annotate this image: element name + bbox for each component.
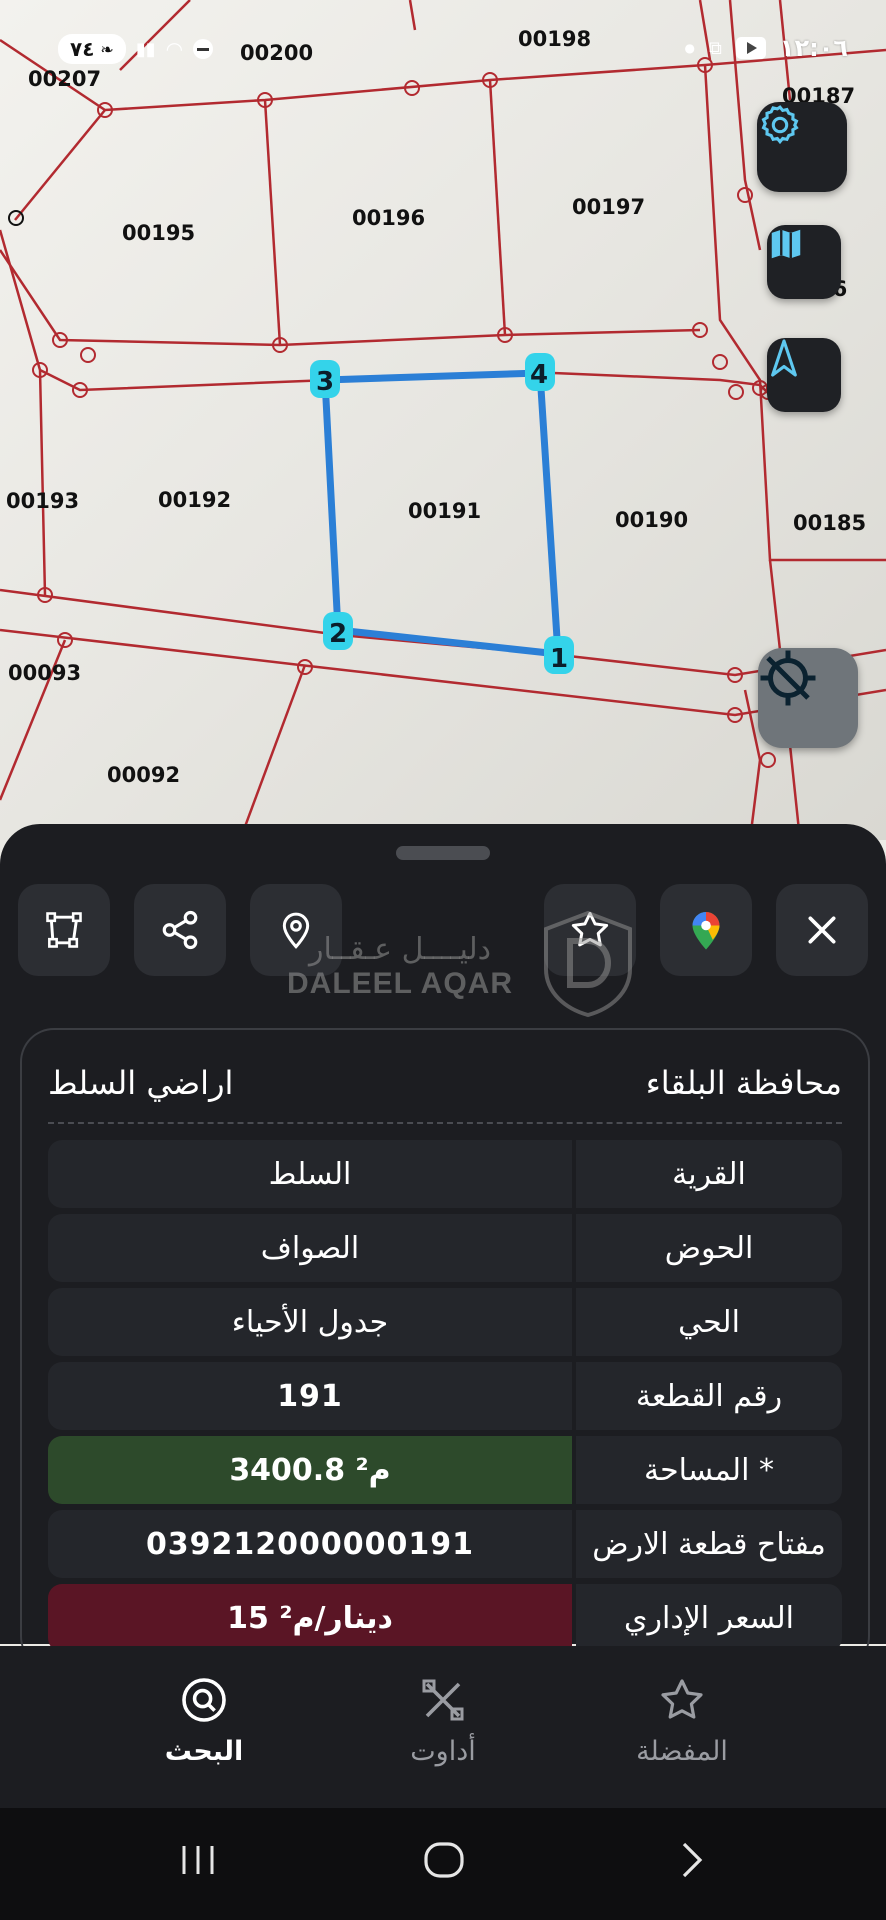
district-label: الحي [576,1288,842,1356]
settings-button[interactable] [757,102,847,192]
district-value: جدول الأحياء [48,1288,572,1356]
gps-off-icon [760,650,816,706]
svg-text:00192: 00192 [158,488,231,512]
admin-price-label: السعر الإداري [576,1584,842,1652]
sheet-drag-handle[interactable] [396,846,490,860]
watermark-arabic: دليــــل عـقــار [308,932,492,967]
row-parcel-number: 191 رقم القطعة [48,1362,842,1430]
close-icon [808,916,836,944]
map-canvas[interactable]: 00207 00200 00198 00187 00195 00196 0019… [0,0,886,840]
gps-button[interactable] [758,648,858,748]
svg-text:00196: 00196 [352,206,425,230]
dot-icon: ● [684,41,695,55]
svg-text:00207: 00207 [28,67,101,91]
status-bar: ٧٤ ❧ ▮▮ ◠ ● ⧉ ١٢:٠٦ [0,34,886,70]
lands-name: اراضي السلط [48,1064,234,1102]
svg-text:00093: 00093 [8,661,81,685]
parcel-info-card: اراضي السلط محافظة البلقاء السلط القرية … [20,1028,870,1670]
land-key-label: مفتاح قطعة الارض [576,1510,842,1578]
svg-text:00195: 00195 [122,221,195,245]
clock: ١٢:٠٦ [779,34,848,62]
share-button[interactable] [134,884,226,976]
svg-text:00197: 00197 [572,195,645,219]
watermark-logo [544,910,632,1018]
row-basin: الصواف الحوض [48,1214,842,1282]
status-pill: ٧٤ ❧ [58,34,126,64]
svg-text:3: 3 [316,367,334,397]
navigation-arrow-icon [771,339,797,377]
cast-icon: ⧉ [708,37,722,59]
map-layers-button[interactable] [767,225,841,299]
nav-favorites[interactable]: المفضلة [582,1676,782,1767]
battery-level: ٧٤ [70,37,95,61]
governorate-name: محافظة البلقاء [645,1064,842,1102]
wifi-icon: ◠ [165,37,184,61]
svg-text:4: 4 [530,360,548,390]
card-divider [48,1122,842,1124]
basin-value: الصواف [48,1214,572,1282]
row-village: السلط القرية [48,1140,842,1208]
dnd-icon [193,39,214,59]
village-label: القرية [576,1140,842,1208]
admin-price-value: 15 دينار/م² [48,1584,572,1652]
back-icon[interactable] [676,1838,710,1882]
parcel-details-sheet: دليــــل عـقــار DALEEL AQAR اراضي السلط… [0,824,886,1670]
nav-tools[interactable]: أداوت [343,1676,543,1767]
signal-icon: ▮▮ [135,38,156,60]
search-icon [182,1678,226,1722]
row-land-key: 039212000000191 مفتاح قطعة الارض [48,1510,842,1578]
map-icon [771,229,801,259]
parcel-number-label: رقم القطعة [576,1362,842,1430]
svg-text:00193: 00193 [6,489,79,513]
bottom-navigation: البحث أداوت المفضلة [0,1646,886,1808]
parcel-number-value: 191 [48,1362,572,1430]
nav-search[interactable]: البحث [104,1676,304,1767]
polygon-button[interactable] [18,884,110,976]
village-value: السلط [48,1140,572,1208]
tools-icon [422,1679,464,1721]
svg-text:00092: 00092 [107,763,180,787]
area-value: 3400.8 م² [48,1436,572,1504]
row-district: جدول الأحياء الحي [48,1288,842,1356]
compass-button[interactable] [767,338,841,412]
svg-text:00185: 00185 [793,511,866,535]
watermark-english: DALEEL AQAR [286,967,513,1000]
land-key-value: 039212000000191 [48,1510,572,1578]
share-icon [162,910,198,950]
recent-apps-icon[interactable] [178,1838,218,1882]
leaf-icon: ❧ [100,39,114,59]
google-maps-icon [692,912,720,950]
svg-text:1: 1 [550,644,568,674]
svg-text:00191: 00191 [408,499,481,523]
watermark: دليــــل عـقــار DALEEL AQAR [250,932,550,1001]
youtube-icon [735,37,766,59]
star-icon [661,1679,703,1719]
home-icon[interactable] [422,1838,466,1882]
close-button[interactable] [776,884,868,976]
nav-tools-label: أداوت [410,1736,476,1767]
area-label: المساحة * [576,1436,842,1504]
nav-favorites-label: المفضلة [636,1736,728,1767]
polygon-icon [46,912,82,948]
row-area: 3400.8 م² المساحة * [48,1436,842,1504]
gear-icon [761,105,799,145]
nav-search-label: البحث [164,1736,244,1767]
card-header: اراضي السلط محافظة البلقاء [48,1048,842,1118]
system-navigation-bar [0,1808,886,1920]
cadastral-map[interactable]: 00207 00200 00198 00187 00195 00196 0019… [0,0,886,840]
basin-label: الحوض [576,1214,842,1282]
svg-text:2: 2 [329,619,347,649]
row-admin-price: 15 دينار/م² السعر الإداري [48,1584,842,1652]
svg-text:00190: 00190 [615,508,688,532]
google-maps-button[interactable] [660,884,752,976]
